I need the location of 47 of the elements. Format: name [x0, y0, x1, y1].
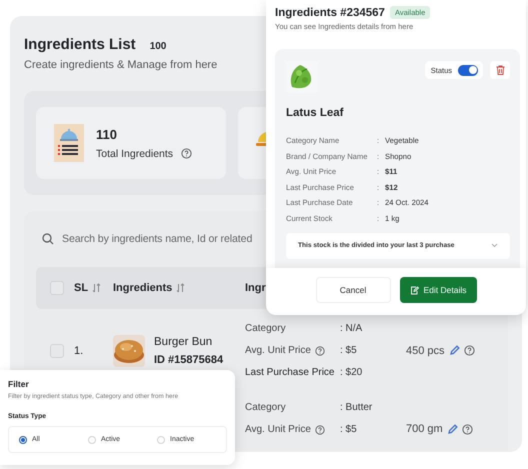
pencil-icon[interactable]	[446, 424, 458, 434]
page-title: Ingredients List	[24, 36, 136, 53]
help-icon[interactable]	[314, 346, 325, 356]
chevron-down-icon	[491, 243, 498, 248]
sort-icon[interactable]	[176, 283, 186, 293]
cancel-button[interactable]: Cancel	[316, 277, 390, 304]
page-subtitle: Create ingredients & Manage from here	[24, 59, 218, 71]
detail-value: : $5	[340, 424, 358, 435]
ingredient-name: Burger Bun	[154, 336, 214, 348]
help-icon[interactable]	[181, 148, 192, 159]
column-header: Ingr	[245, 282, 266, 294]
detail-value: : Butter	[340, 402, 374, 413]
help-icon[interactable]	[462, 424, 473, 434]
detail-label: Avg. Unit Price	[245, 424, 311, 435]
search-field[interactable]: Search by ingredients name, Id or related	[62, 233, 272, 245]
filter-title: Filter	[8, 379, 30, 389]
modal-title: Ingredients #234567	[275, 6, 385, 18]
edit-icon	[410, 286, 418, 295]
stock-quantity: 700 gm	[406, 423, 443, 435]
toggle-icon[interactable]	[458, 64, 478, 76]
menu-card-icon	[54, 124, 84, 162]
detail-value: : $5	[340, 345, 358, 356]
pencil-icon[interactable]	[448, 345, 460, 356]
radio-icon[interactable]	[19, 436, 27, 444]
column-header: Ingredients	[113, 282, 172, 294]
help-icon[interactable]	[314, 424, 325, 434]
detail-label: Category	[245, 402, 286, 413]
stat-value: 110	[96, 126, 118, 142]
detail-label: Avg. Unit Price	[245, 345, 311, 356]
sort-icon[interactable]	[92, 283, 102, 293]
ingredient-id: ID #15875684	[154, 354, 224, 366]
detail-label: Category	[245, 323, 286, 334]
trash-icon	[496, 65, 504, 75]
stat-label: Total Ingredients	[96, 148, 174, 160]
delete-button[interactable]	[490, 61, 510, 79]
column-header: SL	[74, 282, 88, 294]
serial-number: 1.	[74, 344, 84, 356]
stock-quantity: 450 pcs	[406, 344, 445, 356]
help-icon[interactable]	[464, 345, 475, 356]
edit-details-button[interactable]: Edit Details	[400, 277, 476, 304]
row-checkbox[interactable]	[50, 344, 64, 358]
search-icon	[42, 233, 54, 245]
detail-value: : N/A	[340, 323, 364, 334]
item-name: Latus Leaf	[286, 107, 345, 119]
detail-label: Last Purchase Price	[245, 367, 334, 378]
item-count: 100	[150, 41, 166, 52]
detail-value: : $20	[340, 367, 364, 378]
